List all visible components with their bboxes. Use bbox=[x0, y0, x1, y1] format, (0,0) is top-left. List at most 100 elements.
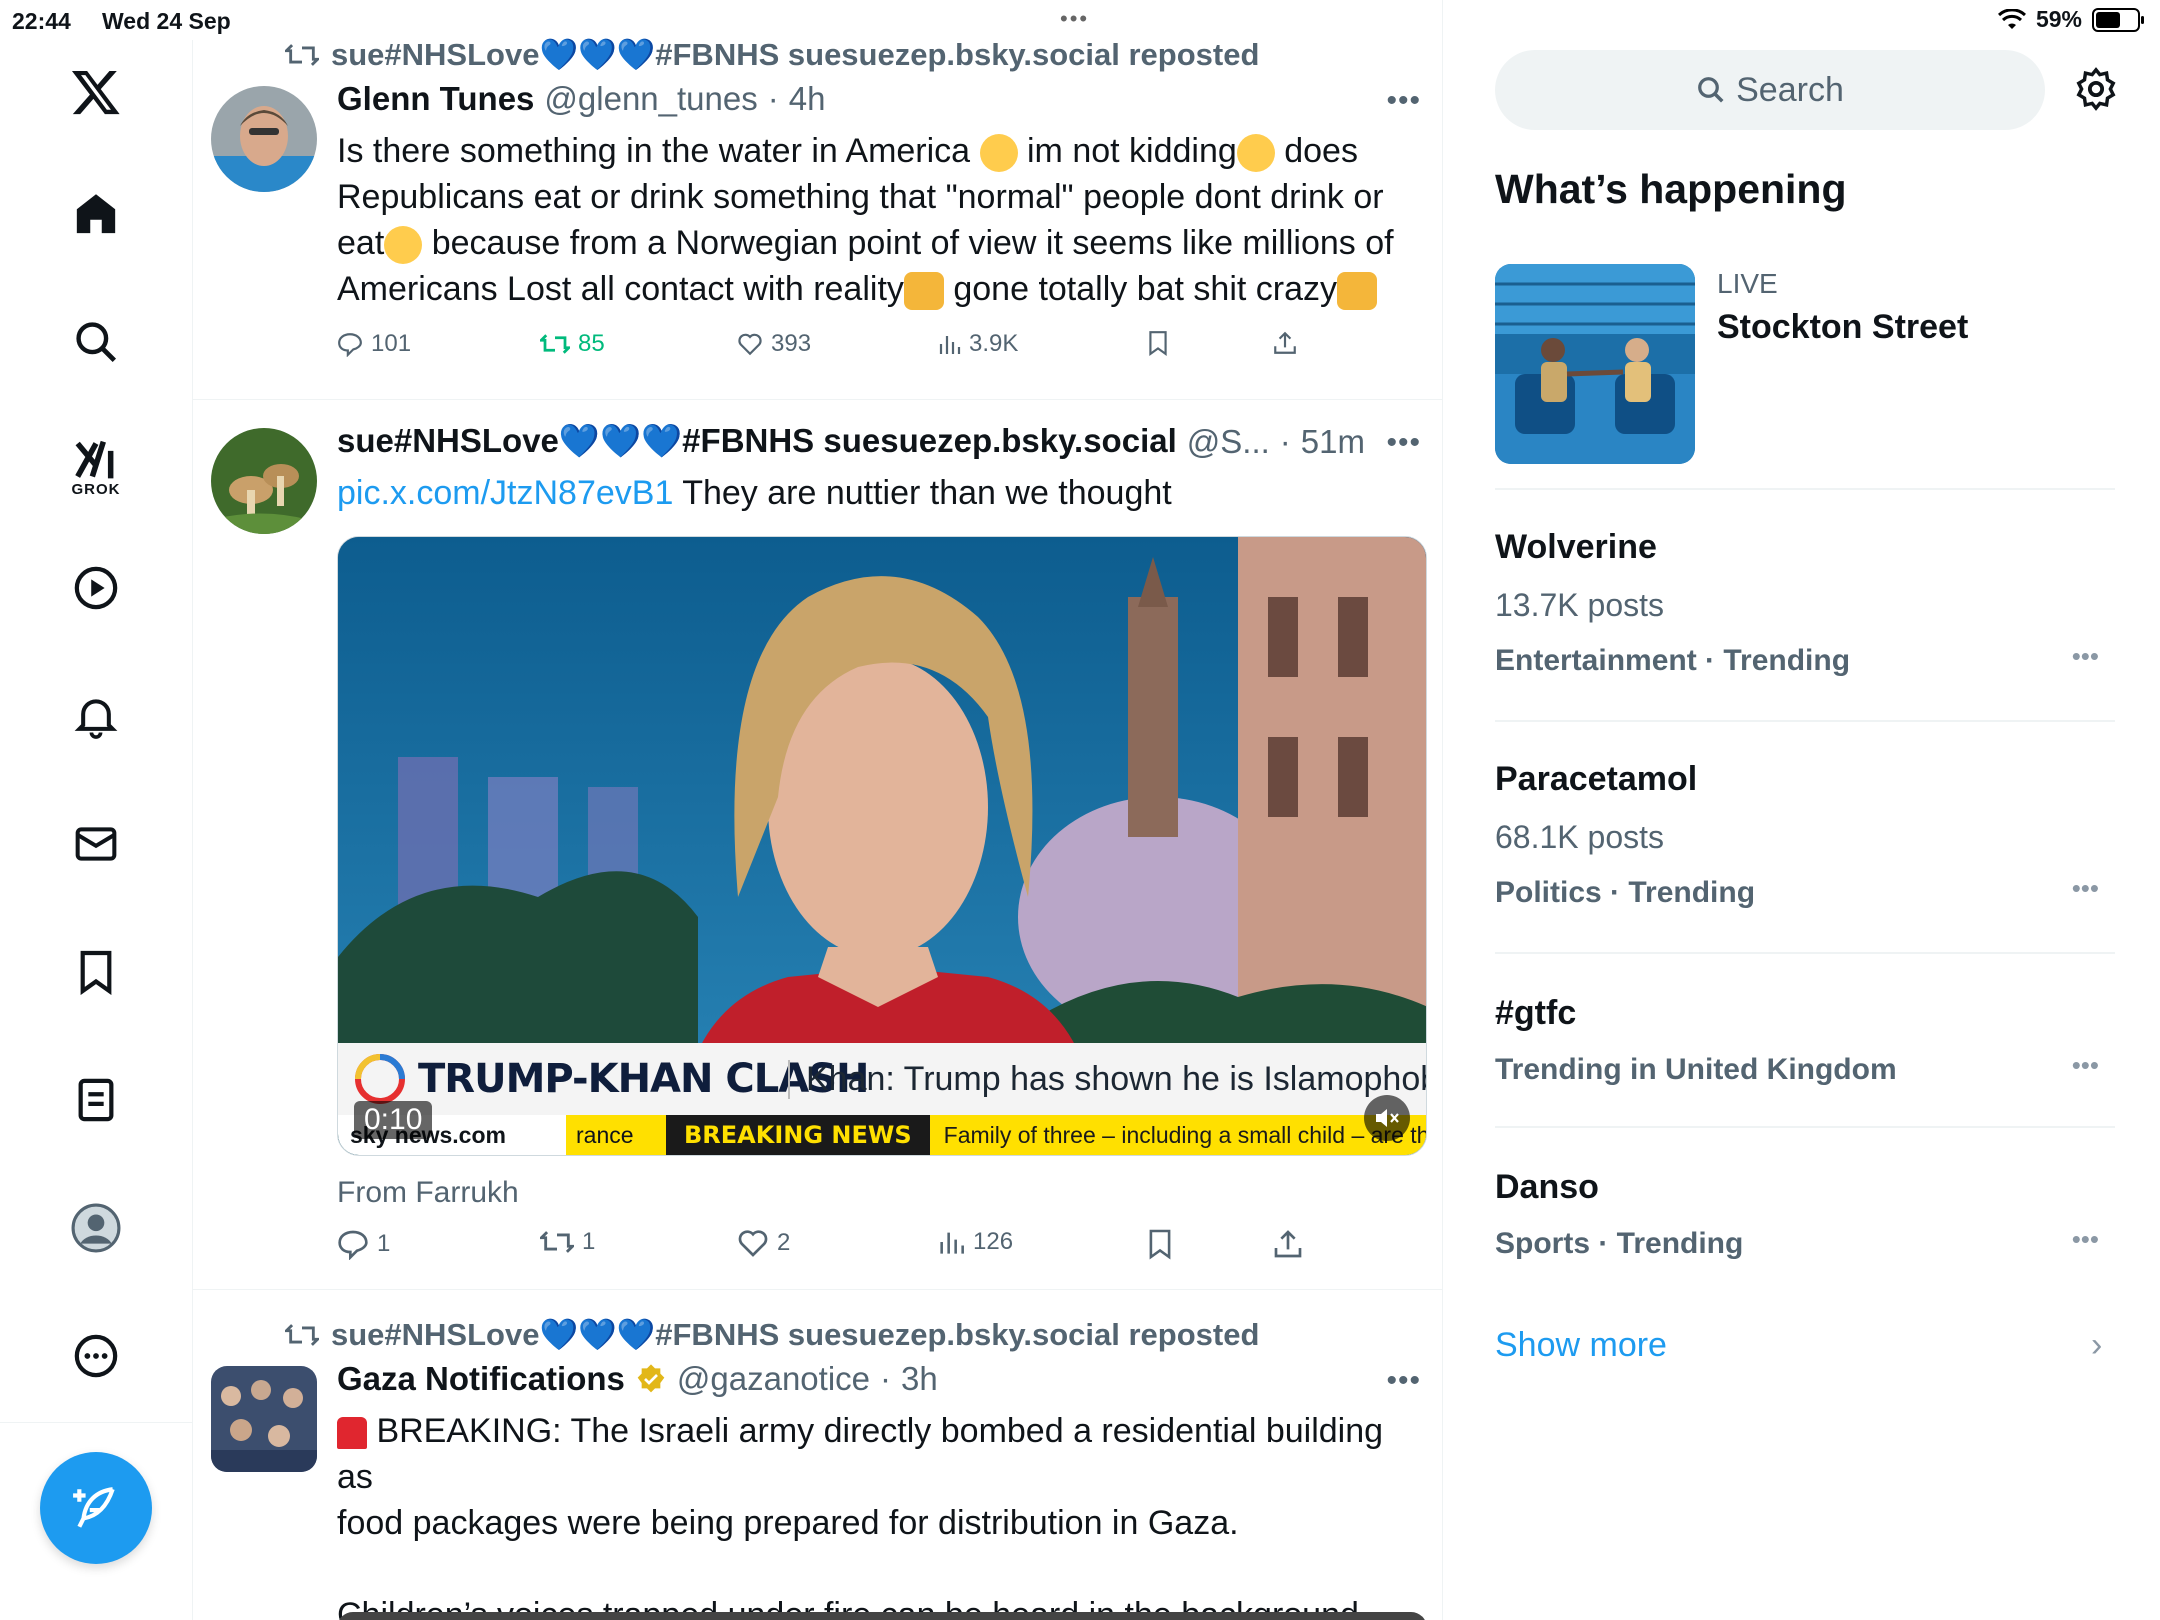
bookmark-icon bbox=[1149, 331, 1167, 356]
repost-icon bbox=[540, 1231, 574, 1253]
divider bbox=[1495, 720, 2115, 722]
view-count: 126 bbox=[973, 1228, 1014, 1255]
like-button[interactable]: 393 bbox=[737, 330, 811, 358]
settings-gear-icon[interactable] bbox=[2073, 66, 2119, 117]
thinking-face-emoji-icon bbox=[979, 134, 1018, 173]
muted-speaker-icon bbox=[1376, 1109, 1399, 1127]
repost-by-text: sue#NHSLove💙💙💙#FBNHS suesuezep.bsky.soci… bbox=[331, 37, 1260, 72]
trend-item-wolverine[interactable]: Wolverine 13.7K posts Entertainment · Tr… bbox=[1495, 528, 2115, 678]
show-more-link[interactable]: Show more bbox=[1495, 1326, 1667, 1365]
author-handle[interactable]: @glenn_tunes bbox=[544, 80, 757, 118]
search-input[interactable]: Search bbox=[1495, 50, 2045, 130]
home-icon[interactable] bbox=[66, 184, 126, 244]
grok-icon[interactable]: GROK bbox=[66, 428, 126, 508]
video-icon[interactable] bbox=[66, 558, 126, 618]
like-button[interactable]: 2 bbox=[737, 1228, 790, 1258]
news-ticker: TRUMP-KHAN CLASH Khan: Trump has shown h… bbox=[338, 1043, 1426, 1155]
tweet-actions: 101 85 393 3.9K bbox=[337, 330, 1337, 370]
tweet-actions: 1 1 2 126 bbox=[337, 1228, 1337, 1268]
trend-category: Entertainment · Trending bbox=[1495, 644, 1851, 677]
x-logo-icon[interactable] bbox=[66, 62, 126, 122]
more-options-icon[interactable]: ••• bbox=[1386, 426, 1421, 460]
tweet[interactable]: sue#NHSLove💙💙💙#FBNHS suesuezep.bsky.soci… bbox=[193, 0, 1442, 400]
video-player[interactable]: TRUMP-KHAN CLASH Khan: Trump has shown h… bbox=[337, 536, 1427, 1156]
more-options-icon[interactable]: ••• bbox=[2072, 641, 2099, 672]
tweet[interactable]: sue#NHSLove💙💙💙#FBNHS suesuezep.bsky.soci… bbox=[193, 400, 1442, 1290]
avatar[interactable] bbox=[211, 428, 317, 534]
ticker-text: Family of three – including a small chil… bbox=[929, 1115, 1426, 1155]
author-name[interactable]: Gaza Notifications bbox=[337, 1360, 625, 1398]
views-button[interactable]: 126 bbox=[937, 1228, 1013, 1256]
trend-category: Trending in United Kingdom bbox=[1495, 1053, 1897, 1086]
repost-count: 85 bbox=[578, 330, 605, 357]
trend-item-danso[interactable]: Danso Sports · Trending ••• bbox=[1495, 1168, 2115, 1261]
from-attribution[interactable]: From Farrukh bbox=[337, 1176, 519, 1210]
divider bbox=[1495, 1126, 2115, 1128]
more-options-icon[interactable]: ••• bbox=[2072, 873, 2099, 904]
reply-count: 1 bbox=[377, 1230, 391, 1257]
view-count: 3.9K bbox=[969, 330, 1019, 357]
trend-category: Politics · Trending bbox=[1495, 876, 1756, 909]
more-options-icon[interactable]: ••• bbox=[2072, 1224, 2099, 1255]
thinking-face-emoji-icon bbox=[384, 226, 423, 265]
more-options-icon[interactable]: ••• bbox=[1386, 1364, 1421, 1398]
share-icon bbox=[1274, 331, 1296, 354]
views-button[interactable]: 3.9K bbox=[937, 330, 1018, 358]
verified-badge-icon bbox=[637, 1364, 665, 1393]
trend-name: Danso bbox=[1495, 1168, 1599, 1206]
live-event-thumbnail[interactable] bbox=[1495, 264, 1695, 464]
avatar[interactable] bbox=[211, 1366, 317, 1472]
compose-post-button[interactable] bbox=[40, 1452, 152, 1564]
repost-button[interactable]: 1 bbox=[540, 1228, 595, 1256]
trend-name: #gtfc bbox=[1495, 994, 1577, 1032]
shrug-emoji-icon bbox=[903, 272, 944, 311]
lists-icon[interactable] bbox=[66, 1070, 126, 1130]
author-name[interactable]: sue#NHSLove💙💙💙#FBNHS suesuezep.bsky.soci… bbox=[337, 422, 1177, 461]
post-time[interactable]: 4h bbox=[789, 80, 826, 118]
media-preview-edge bbox=[337, 1612, 1427, 1620]
more-icon[interactable] bbox=[66, 1326, 126, 1386]
like-count: 393 bbox=[771, 330, 812, 357]
bookmarks-icon[interactable] bbox=[66, 942, 126, 1002]
grok-label: GROK bbox=[71, 480, 121, 498]
siren-emoji-icon bbox=[337, 1417, 367, 1450]
share-button[interactable] bbox=[1272, 330, 1298, 356]
repost-count: 1 bbox=[582, 1228, 596, 1255]
reply-button[interactable]: 101 bbox=[337, 330, 411, 358]
bookmark-button[interactable] bbox=[1147, 1228, 1173, 1260]
left-nav: GROK bbox=[0, 40, 193, 1620]
repost-by-text: sue#NHSLove💙💙💙#FBNHS suesuezep.bsky.soci… bbox=[331, 1317, 1260, 1352]
repost-button[interactable]: 85 bbox=[540, 330, 605, 358]
more-options-icon[interactable]: ••• bbox=[1386, 84, 1421, 118]
notifications-icon[interactable] bbox=[66, 686, 126, 746]
media-link[interactable]: pic.x.com/JtzN87evB1 bbox=[337, 474, 673, 512]
live-label: LIVE bbox=[1717, 268, 1778, 299]
trend-item-gtfc[interactable]: #gtfc Trending in United Kingdom ••• bbox=[1495, 994, 2115, 1087]
author-handle[interactable]: @S... bbox=[1187, 423, 1270, 461]
live-event-name[interactable]: Stockton Street bbox=[1717, 308, 1968, 347]
tweet[interactable]: sue#NHSLove💙💙💙#FBNHS suesuezep.bsky.soci… bbox=[193, 1290, 1442, 1620]
post-time[interactable]: 51m bbox=[1301, 423, 1365, 461]
bookmark-button[interactable] bbox=[1147, 330, 1169, 356]
right-sidebar: Search What’s happening LIVE Stockton St… bbox=[1443, 0, 2160, 1620]
more-options-icon[interactable]: ••• bbox=[2072, 1050, 2099, 1081]
whats-happening-heading: What’s happening bbox=[1495, 166, 1847, 212]
trend-name: Paracetamol bbox=[1495, 760, 1698, 798]
status-time: 22:44 bbox=[12, 8, 71, 34]
compose-feather-icon bbox=[73, 1487, 115, 1528]
author-name[interactable]: Glenn Tunes bbox=[337, 80, 534, 118]
chevron-right-icon[interactable]: › bbox=[2091, 1326, 2102, 1365]
messages-icon[interactable] bbox=[66, 814, 126, 874]
share-button[interactable] bbox=[1272, 1228, 1304, 1260]
repost-icon bbox=[540, 334, 570, 354]
search-icon[interactable] bbox=[66, 312, 126, 372]
shrug-emoji-icon bbox=[1337, 272, 1378, 311]
author-handle[interactable]: @gazanotice bbox=[677, 1360, 870, 1398]
trend-item-paracetamol[interactable]: Paracetamol 68.1K posts Politics · Trend… bbox=[1495, 760, 2115, 910]
avatar[interactable] bbox=[211, 86, 317, 192]
mute-button[interactable] bbox=[1364, 1095, 1410, 1141]
reply-button[interactable]: 1 bbox=[337, 1228, 390, 1260]
post-time[interactable]: 3h bbox=[901, 1360, 938, 1398]
nav-divider bbox=[0, 1422, 193, 1423]
profile-icon[interactable] bbox=[66, 1198, 126, 1258]
